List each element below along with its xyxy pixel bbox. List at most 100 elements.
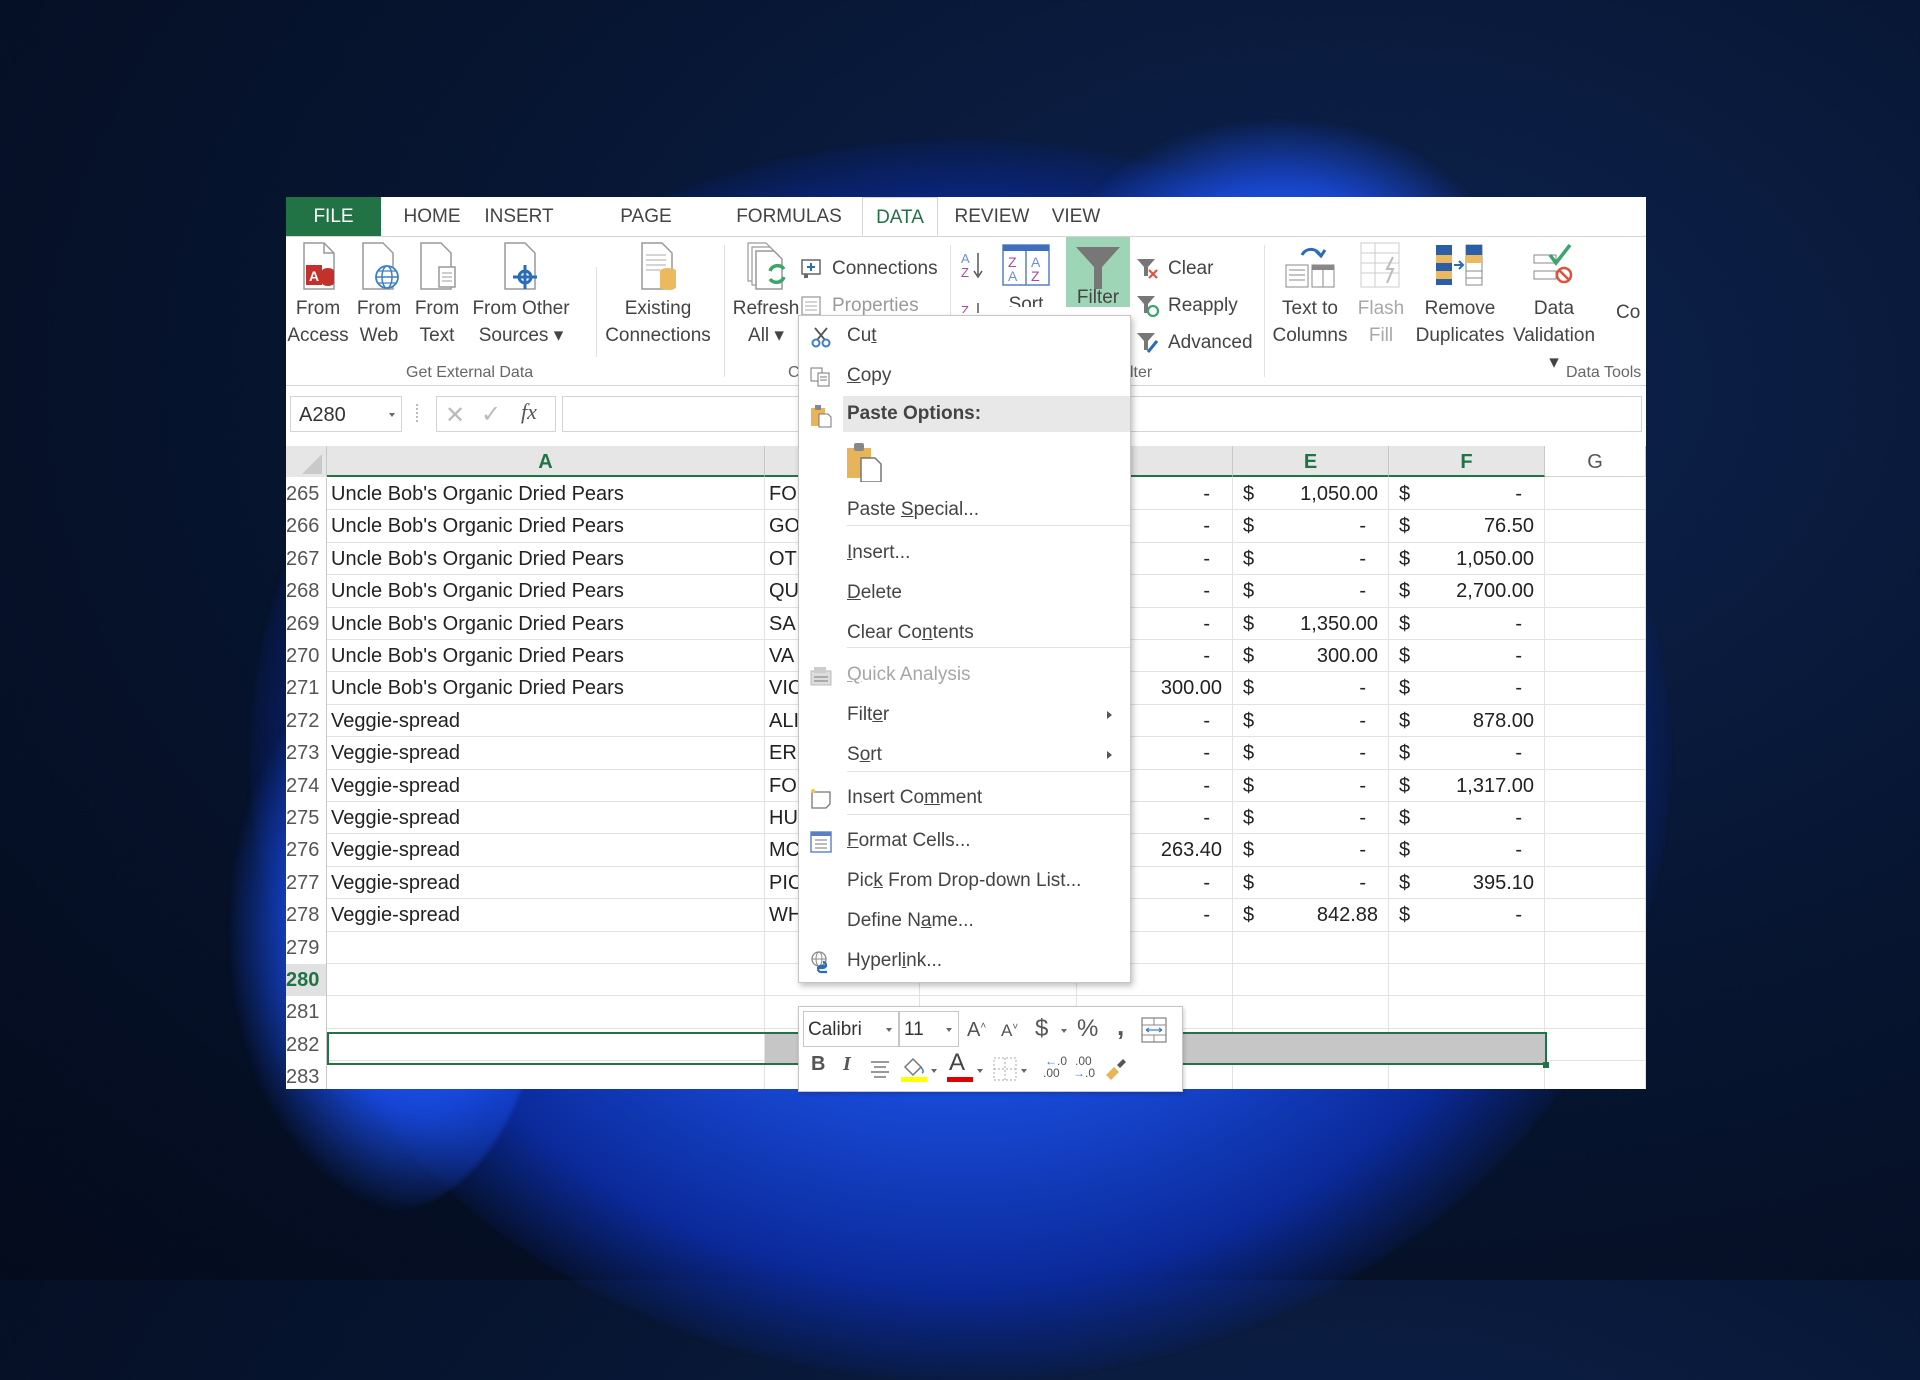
cell-g[interactable]	[1545, 640, 1646, 673]
menu-item-copy[interactable]: Copy	[799, 358, 1130, 394]
cell-f[interactable]: $ -	[1389, 478, 1545, 511]
font-size-dropdown[interactable]: 11	[899, 1011, 959, 1047]
cell-g[interactable]	[1545, 510, 1646, 543]
text-to-columns-button[interactable]: Text to Columns	[1268, 241, 1352, 349]
tab-file[interactable]: FILE	[286, 197, 381, 236]
cell-f[interactable]: $ -	[1389, 802, 1545, 835]
menu-item-quick-analysis[interactable]: Quick Analysis	[799, 657, 1130, 693]
cell-e[interactable]	[1233, 964, 1389, 997]
cell-a[interactable]: Uncle Bob's Organic Dried Pears	[327, 478, 765, 511]
cell-g[interactable]	[1545, 607, 1646, 640]
cell-g[interactable]	[1545, 964, 1646, 997]
from-text-button[interactable]: From Text	[408, 241, 466, 349]
menu-item-pick-from-list[interactable]: Pick From Drop-down List...	[799, 863, 1130, 899]
column-header-a[interactable]: A	[327, 446, 765, 477]
row-header[interactable]: 280	[286, 964, 327, 997]
fill-color-button[interactable]	[899, 1053, 927, 1083]
row-header[interactable]: 277	[286, 866, 327, 900]
cell-f[interactable]: $ -	[1389, 640, 1545, 673]
row-header[interactable]: 281	[286, 996, 327, 1029]
cell-e[interactable]: $ -	[1233, 866, 1389, 900]
cell-e[interactable]: $ -	[1233, 737, 1389, 770]
menu-item-hyperlink[interactable]: Hyperlink...	[799, 943, 1130, 979]
column-header-e[interactable]: E	[1233, 446, 1389, 477]
cell-f[interactable]: $1,317.00	[1389, 769, 1545, 802]
refresh-all-button[interactable]: Refresh All ▾	[726, 241, 806, 349]
cell-a[interactable]	[327, 964, 765, 997]
font-name-dropdown[interactable]: Calibri	[803, 1011, 899, 1047]
cell-f[interactable]: $878.00	[1389, 704, 1545, 738]
row-header[interactable]: 283	[286, 1061, 327, 1089]
cell-a[interactable]: Veggie-spread	[327, 866, 765, 900]
cell-g[interactable]	[1545, 931, 1646, 964]
from-access-button[interactable]: A From Access	[286, 241, 350, 349]
row-header[interactable]: 267	[286, 542, 327, 576]
percent-style-button[interactable]: %	[1077, 1015, 1098, 1043]
tab-page-layout[interactable]: PAGE LAYOUT	[582, 197, 710, 266]
column-header-g[interactable]: G	[1545, 446, 1646, 477]
cell-a[interactable]: Uncle Bob's Organic Dried Pears	[327, 542, 765, 576]
tab-review[interactable]: REVIEW	[952, 197, 1032, 236]
cell-e[interactable]: $ -	[1233, 510, 1389, 543]
chevron-down-icon[interactable]	[1021, 1069, 1027, 1073]
select-all-corner[interactable]	[286, 446, 327, 477]
cell-f[interactable]	[1389, 964, 1545, 997]
menu-item-paste-special[interactable]: Paste Special...	[799, 492, 1130, 528]
cell-f[interactable]: $ -	[1389, 607, 1545, 640]
increase-decimal-button[interactable]: ←.0 .00	[1037, 1055, 1067, 1083]
italic-button[interactable]: I	[843, 1053, 851, 1076]
row-header[interactable]: 278	[286, 899, 327, 932]
cell-f[interactable]	[1389, 931, 1545, 964]
cell-a[interactable]: Uncle Bob's Organic Dried Pears	[327, 607, 765, 640]
connections-button[interactable]: Connections	[800, 254, 938, 284]
cell-a[interactable]: Veggie-spread	[327, 899, 765, 932]
cell-e[interactable]: $ -	[1233, 834, 1389, 867]
cell-e[interactable]: $300.00	[1233, 640, 1389, 673]
cell-f[interactable]: $ -	[1389, 737, 1545, 770]
data-validation-button[interactable]: Data Validation ▾	[1506, 241, 1602, 376]
cell-a[interactable]: Uncle Bob's Organic Dried Pears	[327, 672, 765, 705]
menu-item-cut[interactable]: Cut	[799, 318, 1130, 354]
row-header[interactable]: 274	[286, 769, 327, 802]
cell-f[interactable]: $ -	[1389, 899, 1545, 932]
cell-e[interactable]: $ -	[1233, 575, 1389, 608]
row-header[interactable]: 268	[286, 575, 327, 608]
cell-g[interactable]	[1545, 704, 1646, 738]
sort-button[interactable]: ZAAZ Sort	[996, 243, 1056, 307]
column-header-f[interactable]: F	[1389, 446, 1545, 477]
menu-item-format-cells[interactable]: Format Cells...	[799, 823, 1130, 859]
row-header[interactable]: 269	[286, 607, 327, 640]
cell-a[interactable]: Uncle Bob's Organic Dried Pears	[327, 510, 765, 543]
reapply-button[interactable]: Reapply	[1136, 291, 1238, 321]
cell-g[interactable]	[1545, 866, 1646, 900]
row-header[interactable]: 282	[286, 1028, 327, 1062]
menu-item-insert[interactable]: Insert...	[799, 535, 1130, 571]
sort-z-to-a-button[interactable]: Z	[960, 299, 986, 313]
cell-e[interactable]: $ -	[1233, 542, 1389, 576]
cell-e[interactable]	[1233, 996, 1389, 1029]
cell-g[interactable]	[1545, 1028, 1646, 1062]
cell-g[interactable]	[1545, 575, 1646, 608]
bold-button[interactable]: B	[811, 1053, 825, 1076]
cell-g[interactable]	[1545, 1061, 1646, 1089]
comma-style-button[interactable]: ,	[1117, 1011, 1124, 1042]
cell-f[interactable]: $1,050.00	[1389, 542, 1545, 576]
fill-handle[interactable]	[1543, 1062, 1549, 1068]
borders-button[interactable]	[993, 1057, 1017, 1081]
cell-a[interactable]: Uncle Bob's Organic Dried Pears	[327, 640, 765, 673]
flash-fill-button[interactable]: Flash Fill	[1356, 241, 1406, 349]
cell-g[interactable]	[1545, 834, 1646, 867]
from-web-button[interactable]: From Web	[350, 241, 408, 349]
row-header[interactable]: 279	[286, 931, 327, 964]
cell-a[interactable]	[327, 931, 765, 964]
clear-filter-button[interactable]: Clear	[1136, 254, 1213, 284]
cell-g[interactable]	[1545, 899, 1646, 932]
cell-f[interactable]: $ -	[1389, 834, 1545, 867]
increase-font-button[interactable]: A˄	[967, 1019, 986, 1042]
center-align-button[interactable]	[869, 1059, 891, 1079]
cell-f[interactable]: $2,700.00	[1389, 575, 1545, 608]
format-painter-button[interactable]	[1103, 1055, 1129, 1081]
remove-duplicates-button[interactable]: Remove Duplicates	[1414, 241, 1506, 349]
cancel-icon[interactable]: ✕	[445, 401, 465, 430]
menu-item-sort[interactable]: Sort	[799, 737, 1130, 773]
